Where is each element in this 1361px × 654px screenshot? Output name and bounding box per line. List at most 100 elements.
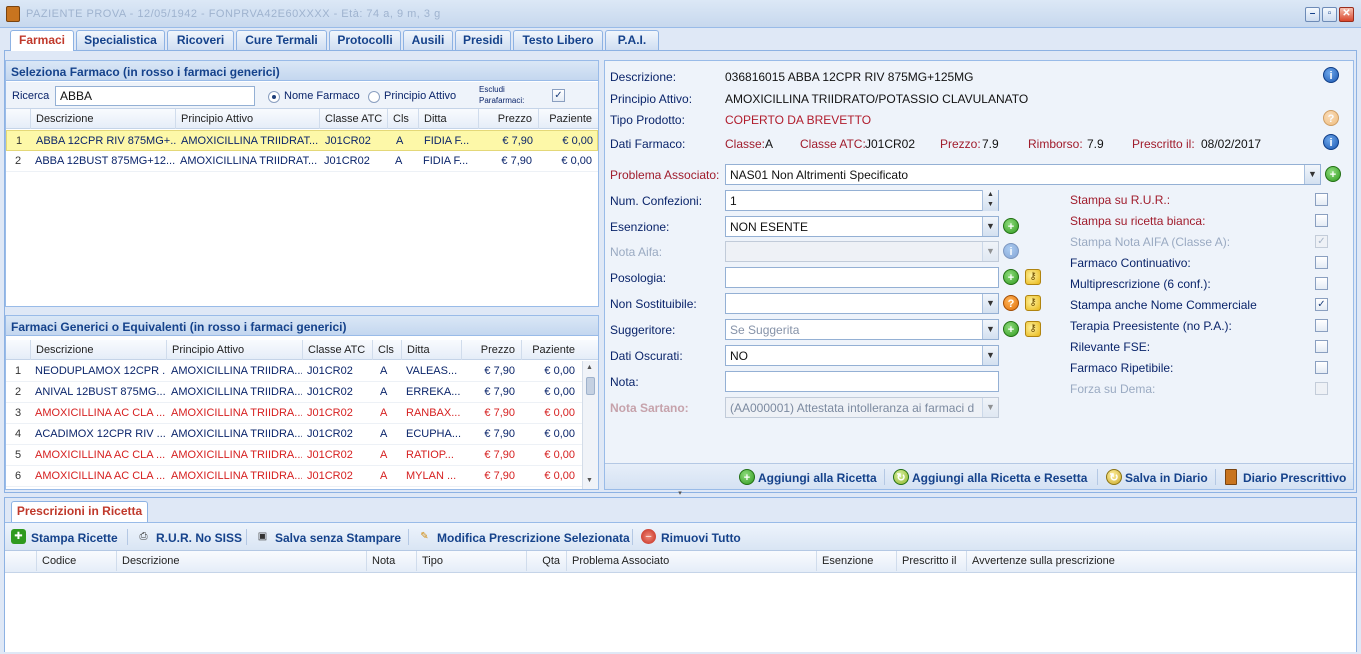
col-classe-atc[interactable]: Classe ATC (302, 340, 372, 360)
col-paziente[interactable]: Paziente (521, 340, 581, 360)
chevron-down-icon[interactable]: ▼ (982, 294, 998, 313)
col-descrizione[interactable]: Descrizione (30, 109, 175, 129)
scroll-down-icon[interactable]: ▼ (586, 477, 593, 484)
stampa-ricette-button[interactable]: Stampa Ricette (31, 531, 118, 545)
salva-diario-button[interactable]: Salva in Diario (1125, 471, 1208, 485)
col-tipo[interactable]: Tipo (416, 551, 526, 571)
radio-nome-farmaco[interactable] (268, 91, 280, 103)
key-icon[interactable]: ⚷ (1025, 295, 1041, 311)
option-checkbox[interactable] (1315, 193, 1328, 206)
posologia-input[interactable] (725, 267, 999, 288)
key-icon[interactable]: ⚷ (1025, 269, 1041, 285)
col-classe-atc[interactable]: Classe ATC (319, 109, 387, 129)
col-ditta[interactable]: Ditta (418, 109, 478, 129)
minimize-button[interactable]: – (1305, 7, 1320, 22)
col-cls[interactable]: Cls (372, 340, 401, 360)
problema-label: Problema Associato: (610, 168, 720, 182)
close-button[interactable]: ✕ (1339, 7, 1354, 22)
rimuovi-tutto-button[interactable]: Rimuovi Tutto (661, 531, 741, 545)
table-row[interactable]: 1 ABBA 12CPR RIV 875MG+... AMOXICILLINA … (6, 130, 598, 151)
tab-farmaci[interactable]: Farmaci (10, 30, 74, 51)
col-esenzione[interactable]: Esenzione (816, 551, 896, 571)
problema-select[interactable]: NAS01 Non Altrimenti Specificato (725, 164, 1321, 185)
key-icon[interactable]: ⚷ (1025, 321, 1041, 337)
table-row[interactable]: 2 ABBA 12BUST 875MG+12... AMOXICILLINA T… (6, 151, 598, 172)
non-sost-select[interactable] (725, 293, 999, 314)
col-prezzo[interactable]: Prezzo (461, 340, 521, 360)
exclude-parafarmaci-checkbox[interactable]: ✓ (552, 89, 565, 102)
rur-button[interactable]: R.U.R. No SISS (156, 531, 242, 545)
col-cls[interactable]: Cls (387, 109, 418, 129)
info-icon[interactable]: i (1323, 67, 1339, 83)
modifica-button[interactable]: Modifica Prescrizione Selezionata (437, 531, 630, 545)
tab-specialistica[interactable]: Specialistica (76, 30, 165, 50)
col-avvertenze[interactable]: Avvertenze sulla prescrizione (966, 551, 1356, 571)
col-principio-attivo[interactable]: Principio Attivo (166, 340, 302, 360)
diario-button[interactable]: Diario Prescrittivo (1243, 471, 1346, 485)
oscurati-select[interactable]: NO (725, 345, 999, 366)
scroll-up-icon[interactable]: ▲ (586, 364, 593, 371)
salva-senza-stampare-button[interactable]: Salva senza Stampare (275, 531, 401, 545)
tab-ausili[interactable]: Ausili (403, 30, 453, 50)
search-input[interactable]: ABBA (55, 86, 255, 106)
tab-pai[interactable]: P.A.I. (605, 30, 659, 50)
option-checkbox[interactable]: ✓ (1315, 298, 1328, 311)
add-icon[interactable]: + (1003, 321, 1019, 337)
chevron-down-icon[interactable]: ▼ (982, 346, 998, 365)
suggeritore-select[interactable]: Se Suggerita (725, 319, 999, 340)
scroll-thumb[interactable] (586, 377, 595, 395)
add-icon[interactable]: + (1003, 218, 1019, 234)
restore-button[interactable]: ▫ (1322, 7, 1337, 22)
col-qta[interactable]: Qta (526, 551, 566, 571)
aggiungi-reset-button[interactable]: Aggiungi alla Ricetta e Resetta (912, 471, 1087, 485)
tab-presidi[interactable]: Presidi (455, 30, 511, 50)
chevron-down-icon[interactable]: ▼ (982, 320, 998, 339)
col-prezzo[interactable]: Prezzo (478, 109, 538, 129)
table-row[interactable]: 3 AMOXICILLINA AC CLA ... AMOXICILLINA TRI… (6, 403, 582, 424)
add-icon[interactable]: + (1003, 269, 1019, 285)
option-checkbox[interactable] (1315, 361, 1328, 374)
option-checkbox (1315, 382, 1328, 395)
esenzione-select[interactable]: NON ESENTE (725, 216, 999, 237)
tab-ricoveri[interactable]: Ricoveri (167, 30, 234, 50)
option-checkbox[interactable] (1315, 340, 1328, 353)
table-row[interactable]: 2 ANIVAL 12BUST 875MG... AMOXICILLINA TRII… (6, 382, 582, 403)
aggiungi-button[interactable]: Aggiungi alla Ricetta (758, 471, 877, 485)
table-row[interactable]: 1 NEODUPLAMOX 12CPR ... AMOXICILLINA TRIID… (6, 361, 582, 382)
col-prescritto-il[interactable]: Prescritto il (896, 551, 966, 571)
classe-label: Classe: (725, 137, 766, 151)
table-row[interactable]: 5 AMOXICILLINA AC CLA ... AMOXICILLINA TRI… (6, 445, 582, 466)
tab-testo-libero[interactable]: Testo Libero (513, 30, 603, 50)
select-drug-panel-title: Seleziona Farmaco (in rosso i farmaci ge… (6, 61, 598, 81)
pencil-icon: ✎ (420, 531, 429, 542)
option-checkbox[interactable] (1315, 277, 1328, 290)
col-codice[interactable]: Codice (36, 551, 116, 571)
info-icon[interactable]: i (1323, 134, 1339, 150)
nota-input[interactable] (725, 371, 999, 392)
help-icon[interactable]: ? (1003, 295, 1019, 311)
option-checkbox[interactable] (1315, 214, 1328, 227)
col-principio-attivo[interactable]: Principio Attivo (175, 109, 319, 129)
add-icon[interactable]: + (1325, 166, 1341, 182)
tab-cure-termali[interactable]: Cure Termali (236, 30, 327, 50)
chevron-down-icon[interactable]: ▼ (982, 217, 998, 236)
add-icon: + (739, 469, 755, 485)
generic-grid-scrollbar[interactable]: ▲ ▼ (582, 361, 598, 489)
confezioni-stepper[interactable]: 1 (725, 190, 999, 211)
option-checkbox[interactable] (1315, 319, 1328, 332)
tab-prescrizioni[interactable]: Prescrizioni in Ricetta (11, 501, 148, 522)
table-row[interactable]: 4 ACADIMOX 12CPR RIV ... AMOXICILLINA TRII… (6, 424, 582, 445)
col-descrizione[interactable]: Descrizione (116, 551, 366, 571)
col-descrizione[interactable]: Descrizione (30, 340, 166, 360)
table-row[interactable]: 6 AMOXICILLINA AC CLA ... AMOXICILLINA TRI… (6, 466, 582, 487)
col-problema[interactable]: Problema Associato (566, 551, 816, 571)
stepper-arrows[interactable]: ▲ ▼ (982, 190, 998, 211)
help-icon[interactable]: ? (1323, 110, 1339, 126)
col-ditta[interactable]: Ditta (401, 340, 461, 360)
option-checkbox[interactable] (1315, 256, 1328, 269)
col-paziente[interactable]: Paziente (538, 109, 598, 129)
col-nota[interactable]: Nota (366, 551, 416, 571)
chevron-down-icon[interactable]: ▼ (1304, 165, 1320, 184)
tab-protocolli[interactable]: Protocolli (329, 30, 401, 50)
radio-principio-attivo[interactable] (368, 91, 380, 103)
